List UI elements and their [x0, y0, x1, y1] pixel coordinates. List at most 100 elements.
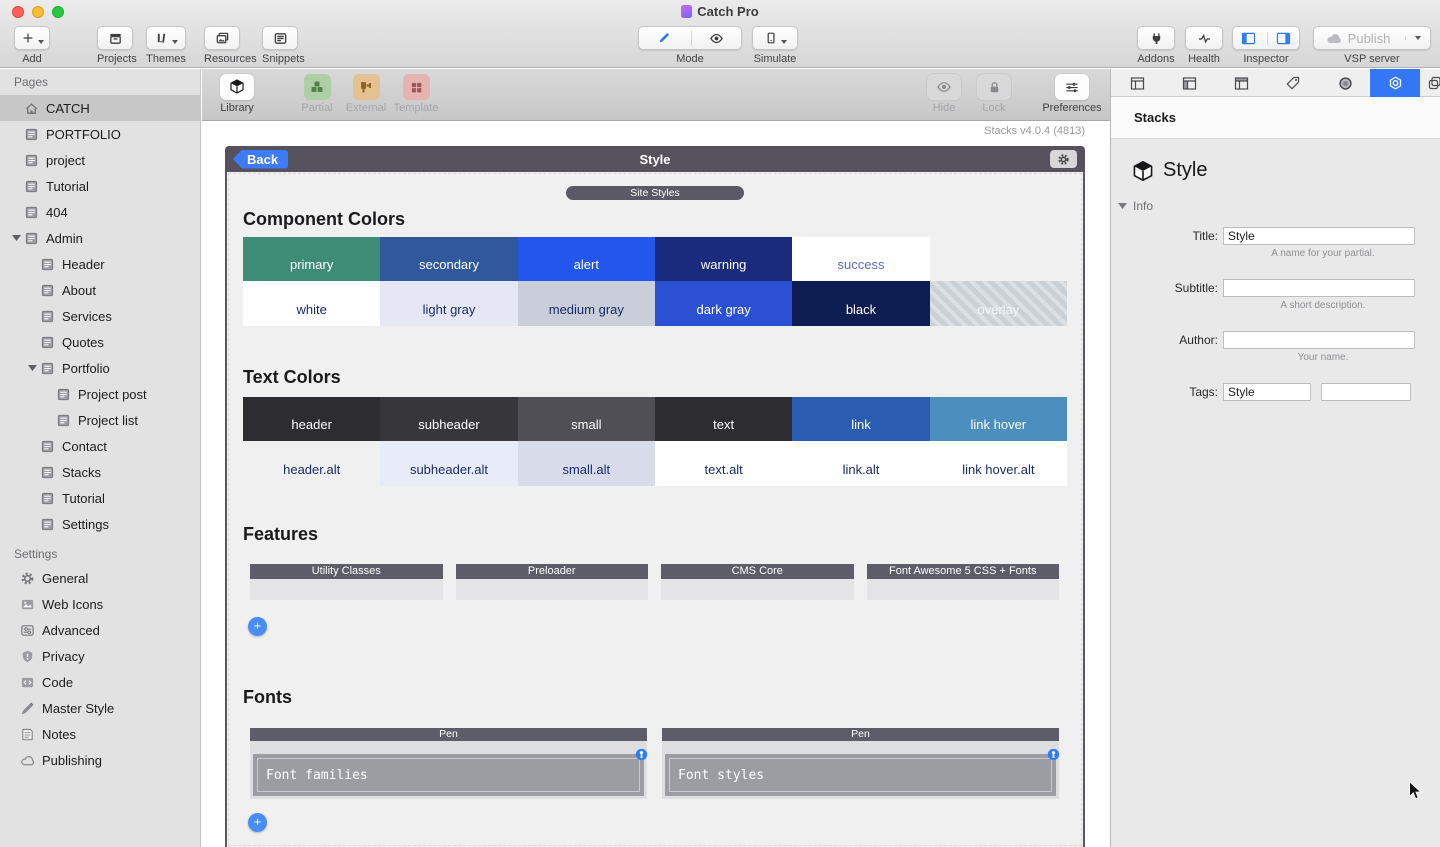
- disclosure-triangle-icon[interactable]: [24, 364, 40, 372]
- projects-button[interactable]: [97, 26, 133, 50]
- subtitle-field[interactable]: [1223, 279, 1415, 297]
- publish-button[interactable]: Publish: [1314, 31, 1402, 46]
- color-swatch-warning[interactable]: warning: [655, 237, 792, 281]
- health-button[interactable]: [1185, 26, 1223, 50]
- sidebar-item-tutorial-2[interactable]: Tutorial: [0, 485, 200, 511]
- sidebar-item-project-post[interactable]: Project post: [0, 381, 200, 407]
- right-inspector-button[interactable]: [1267, 32, 1299, 45]
- color-swatch-primary[interactable]: primary: [243, 237, 380, 281]
- sidebar-item-project-list[interactable]: Project list: [0, 407, 200, 433]
- sidebar-item-privacy[interactable]: Privacy: [0, 643, 200, 669]
- sidebar-item-master-style[interactable]: Master Style: [0, 695, 200, 721]
- color-swatch-success[interactable]: success: [792, 237, 929, 281]
- library-button[interactable]: [220, 74, 254, 100]
- sidebar-item-header[interactable]: Header: [0, 251, 200, 277]
- color-swatch-light-gray[interactable]: light gray: [380, 281, 517, 326]
- sidebar-item-notes[interactable]: Notes: [0, 721, 200, 747]
- feature-card[interactable]: Utility Classes: [250, 564, 443, 600]
- text-swatch-link-hover-alt[interactable]: link hover.alt: [930, 441, 1067, 486]
- add-font-button[interactable]: +: [248, 813, 267, 832]
- title-field[interactable]: [1223, 227, 1415, 245]
- preview-mode-button[interactable]: [691, 31, 741, 46]
- text-swatch-header[interactable]: header: [243, 397, 380, 441]
- publish-dropdown-button[interactable]: [1405, 36, 1430, 40]
- sidebar-item-advanced[interactable]: Advanced: [0, 617, 200, 643]
- tab-stack-settings-selected[interactable]: [1370, 69, 1420, 97]
- sidebar-item-publishing[interactable]: Publishing: [0, 747, 200, 773]
- tag-field-1[interactable]: [1223, 383, 1311, 401]
- font-card[interactable]: Pen Font styles: [662, 728, 1059, 799]
- site-styles-pill[interactable]: Site Styles: [566, 186, 744, 200]
- themes-label: Themes: [146, 53, 186, 65]
- sidebar-item-tutorial[interactable]: Tutorial: [0, 173, 200, 199]
- color-swatch-white[interactable]: white: [243, 281, 380, 326]
- text-swatch-text[interactable]: text: [655, 397, 792, 441]
- tab-page-layout-icon[interactable]: [1129, 75, 1146, 92]
- author-field[interactable]: [1223, 331, 1415, 349]
- edit-mode-button[interactable]: [639, 31, 688, 45]
- sidebar-item-catch[interactable]: CATCH: [0, 95, 200, 121]
- pin-icon[interactable]: [635, 748, 648, 761]
- sidebar-item-quotes[interactable]: Quotes: [0, 329, 200, 355]
- external-button[interactable]: [353, 74, 380, 100]
- sidebar-item-stacks[interactable]: Stacks: [0, 459, 200, 485]
- themes-button[interactable]: [146, 26, 186, 50]
- sidebar-item-about[interactable]: About: [0, 277, 200, 303]
- disclosure-triangle-icon[interactable]: [8, 234, 24, 242]
- color-swatch-overlay[interactable]: overlay: [930, 281, 1067, 326]
- sidebar-item-project[interactable]: project: [0, 147, 200, 173]
- color-swatch-black[interactable]: black: [792, 281, 929, 326]
- color-swatch-alert[interactable]: alert: [518, 237, 655, 281]
- text-swatch-small[interactable]: small: [518, 397, 655, 441]
- info-disclosure[interactable]: Info: [1118, 199, 1440, 213]
- partial-button[interactable]: [304, 74, 331, 100]
- feature-card[interactable]: Preloader: [456, 564, 649, 600]
- snippets-button[interactable]: [262, 26, 298, 50]
- color-swatch-dark-gray[interactable]: dark gray: [655, 281, 792, 326]
- text-swatch-link-alt[interactable]: link.alt: [792, 441, 929, 486]
- color-swatch-secondary[interactable]: secondary: [380, 237, 517, 281]
- font-card[interactable]: Pen Font families: [250, 728, 647, 799]
- tab-theme-icon[interactable]: [1337, 75, 1354, 92]
- tab-sidebar-layout-icon[interactable]: [1181, 75, 1198, 92]
- text-swatch-subheader-alt[interactable]: subheader.alt: [380, 441, 517, 486]
- tab-stacked-pages-icon[interactable]: [1427, 75, 1440, 92]
- partial-settings-button[interactable]: [1050, 150, 1077, 168]
- simulate-button[interactable]: [752, 26, 798, 50]
- add-feature-button[interactable]: +: [248, 617, 267, 636]
- sidebar-item-contact[interactable]: Contact: [0, 433, 200, 459]
- hide-button[interactable]: [927, 74, 961, 100]
- preferences-button[interactable]: [1055, 74, 1089, 100]
- text-swatch-header-alt[interactable]: header.alt: [243, 441, 380, 486]
- text-swatch-link-hover[interactable]: link hover: [930, 397, 1067, 441]
- text-swatch-link[interactable]: link: [792, 397, 929, 441]
- color-swatch-medium-gray[interactable]: medium gray: [518, 281, 655, 326]
- sidebar-item-services[interactable]: Services: [0, 303, 200, 329]
- feature-card[interactable]: CMS Core: [661, 564, 854, 600]
- pin-icon[interactable]: [1047, 748, 1060, 761]
- sidebar-item-portfolio-folder[interactable]: Portfolio: [0, 355, 200, 381]
- font-families-box[interactable]: Font families: [253, 754, 644, 796]
- left-inspector-button[interactable]: [1233, 32, 1264, 45]
- tab-header-layout-icon[interactable]: [1233, 75, 1250, 92]
- lock-button[interactable]: [977, 74, 1011, 100]
- resources-button[interactable]: [204, 26, 240, 50]
- sidebar-item-404[interactable]: 404: [0, 199, 200, 225]
- sidebar-item-web-icons[interactable]: Web Icons: [0, 591, 200, 617]
- tag-field-2[interactable]: [1321, 383, 1411, 401]
- font-styles-box[interactable]: Font styles: [665, 754, 1056, 796]
- sidebar-item-code[interactable]: Code: [0, 669, 200, 695]
- sidebar-item-general[interactable]: General: [0, 565, 200, 591]
- chevron-down-icon: [781, 40, 787, 44]
- text-swatch-text-alt[interactable]: text.alt: [655, 441, 792, 486]
- sidebar-item-portfolio-page[interactable]: PORTFOLIO: [0, 121, 200, 147]
- addons-button[interactable]: [1137, 26, 1175, 50]
- feature-card[interactable]: Font Awesome 5 CSS + Fonts: [867, 564, 1060, 600]
- text-swatch-subheader[interactable]: subheader: [380, 397, 517, 441]
- add-button[interactable]: [14, 26, 50, 50]
- template-button[interactable]: [403, 74, 430, 100]
- text-swatch-small-alt[interactable]: small.alt: [518, 441, 655, 486]
- sidebar-item-settings-page[interactable]: Settings: [0, 511, 200, 537]
- sidebar-item-admin[interactable]: Admin: [0, 225, 200, 251]
- tab-tags-icon[interactable]: [1285, 75, 1302, 92]
